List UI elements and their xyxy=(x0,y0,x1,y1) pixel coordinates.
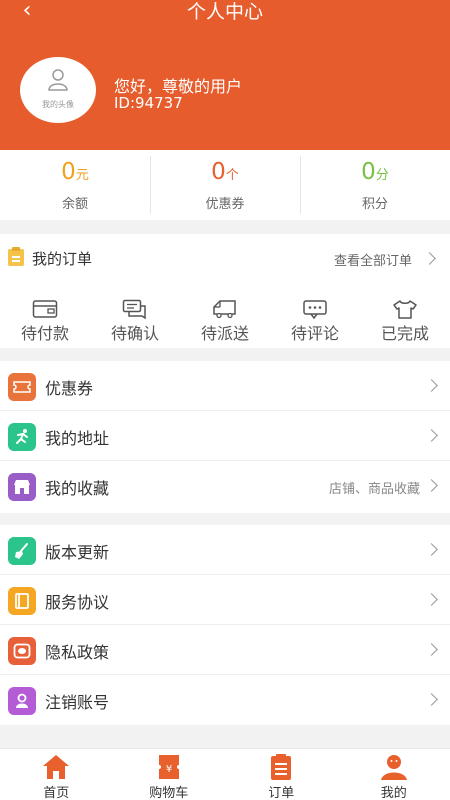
avatar-label: 我的头像 xyxy=(42,100,74,109)
points-unit: 分 xyxy=(375,168,389,183)
order-status-label: 待确认 xyxy=(110,324,159,343)
tab-orders[interactable]: 订单 xyxy=(225,749,338,800)
stat-points[interactable]: 0分 积分 xyxy=(300,150,450,220)
order-status-pending-payment[interactable]: 待付款 xyxy=(5,282,85,348)
menu-item-addresses[interactable]: 我的地址 xyxy=(0,411,450,461)
chevron-right-icon xyxy=(425,379,438,392)
chevron-right-icon xyxy=(425,643,438,656)
menu-item-label: 隐私政策 xyxy=(45,643,110,662)
stat-balance[interactable]: 0元 余额 xyxy=(0,150,150,220)
profile-header: ‹ 个人中心 我的头像 您好，尊敬的用户 ID:94737 xyxy=(0,0,450,150)
chevron-right-icon xyxy=(425,593,438,606)
order-status-label: 待评论 xyxy=(290,324,339,343)
menu-item-label: 优惠券 xyxy=(45,379,94,398)
clipboard-icon xyxy=(8,247,24,266)
avatar[interactable]: 我的头像 xyxy=(20,57,96,123)
coupon-label: 优惠券 xyxy=(205,197,245,212)
tab-cart[interactable]: ¥ 购物车 xyxy=(113,749,226,800)
menu-item-coupons[interactable]: 优惠券 xyxy=(0,361,450,411)
balance-unit: 元 xyxy=(75,168,89,183)
view-all-orders-link[interactable]: 查看全部订单 xyxy=(334,250,412,269)
ticket-icon xyxy=(8,373,36,401)
tab-label: 我的 xyxy=(380,786,407,800)
home-icon xyxy=(43,755,70,779)
order-status-label: 已完成 xyxy=(380,324,429,343)
privacy-icon xyxy=(8,637,36,665)
profile-icon xyxy=(380,755,407,780)
menu-item-service-agreement[interactable]: 服务协议 xyxy=(0,575,450,625)
order-status-pending-review[interactable]: 待评论 xyxy=(275,282,355,348)
menu-item-label: 我的收藏 xyxy=(45,479,110,498)
order-status-row: 待付款 待确认 待派送 待评论 已完成 xyxy=(0,282,450,348)
tab-home[interactable]: 首页 xyxy=(0,749,113,800)
balance-label: 余额 xyxy=(61,197,88,212)
chevron-right-icon xyxy=(423,252,436,265)
order-status-label: 待派送 xyxy=(200,324,249,343)
svg-text:¥: ¥ xyxy=(166,764,172,775)
menu-item-label: 服务协议 xyxy=(45,593,110,612)
orders-title: 我的订单 xyxy=(32,250,93,268)
user-outline-icon xyxy=(48,69,68,91)
menu-item-label: 我的地址 xyxy=(45,429,110,448)
book-icon xyxy=(8,587,36,615)
menu-group-settings: 版本更新 服务协议 隐私政策 注销账号 xyxy=(0,525,450,725)
bottom-tab-bar: 首页 ¥ 购物车 订单 我的 xyxy=(0,748,450,800)
menu-item-favorites[interactable]: 我的收藏 店铺、商品收藏 xyxy=(0,461,450,511)
shop-icon xyxy=(8,473,36,501)
menu-item-label: 版本更新 xyxy=(45,543,110,562)
broom-icon xyxy=(8,537,36,565)
tab-profile[interactable]: 我的 xyxy=(338,749,450,800)
menu-item-version-update[interactable]: 版本更新 xyxy=(0,525,450,575)
account-stats: 0元 余额 0个 优惠券 0分 积分 xyxy=(0,150,450,220)
order-status-pending-delivery[interactable]: 待派送 xyxy=(185,282,265,348)
chevron-right-icon xyxy=(425,543,438,556)
coupon-unit: 个 xyxy=(225,168,239,183)
shirt-icon xyxy=(393,300,417,319)
menu-item-delete-account[interactable]: 注销账号 xyxy=(0,675,450,725)
order-status-completed[interactable]: 已完成 xyxy=(365,282,445,348)
cart-icon: ¥ xyxy=(158,755,179,779)
chevron-right-icon xyxy=(425,429,438,442)
menu-item-privacy-policy[interactable]: 隐私政策 xyxy=(0,625,450,675)
page-title: 个人中心 xyxy=(186,1,263,23)
stat-coupons[interactable]: 0个 优惠券 xyxy=(150,150,300,220)
menu-group-primary: 优惠券 我的地址 我的收藏 店铺、商品收藏 xyxy=(0,361,450,513)
tab-label: 首页 xyxy=(43,786,70,800)
my-orders-section: 我的订单 查看全部订单 待付款 待确认 待派送 待评论 已完成 xyxy=(0,234,450,348)
tab-label: 购物车 xyxy=(149,786,189,800)
order-list-icon xyxy=(271,754,292,780)
chevron-right-icon xyxy=(425,479,438,492)
chevron-right-icon xyxy=(425,693,438,706)
wallet-icon xyxy=(32,300,58,318)
points-label: 积分 xyxy=(361,197,388,212)
tab-label: 订单 xyxy=(268,786,295,800)
favorites-subtitle: 店铺、商品收藏 xyxy=(328,482,420,497)
truck-icon xyxy=(213,300,236,319)
comment-icon xyxy=(303,300,327,319)
order-status-label: 待付款 xyxy=(20,324,69,343)
balance-value: 0 xyxy=(61,159,76,185)
chat-icon xyxy=(122,299,146,319)
menu-item-label: 注销账号 xyxy=(45,693,110,712)
orders-header[interactable]: 我的订单 查看全部订单 xyxy=(0,234,450,282)
runner-icon xyxy=(8,423,36,451)
user-id: ID:94737 xyxy=(114,94,183,112)
coupon-value: 0 xyxy=(211,159,226,185)
user-badge-icon xyxy=(8,687,36,715)
points-value: 0 xyxy=(361,159,376,185)
order-status-pending-confirm[interactable]: 待确认 xyxy=(95,282,175,348)
